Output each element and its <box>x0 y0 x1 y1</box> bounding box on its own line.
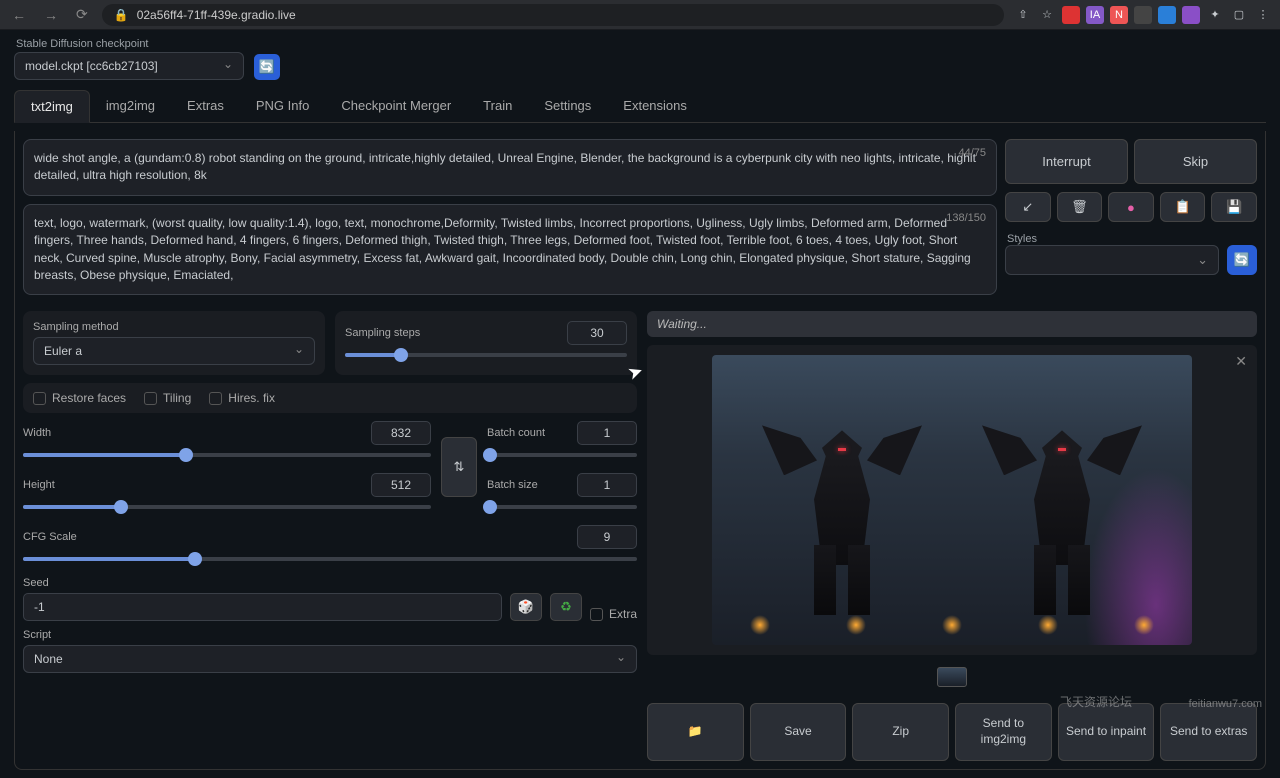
menu-icon[interactable]: ⋮ <box>1254 6 1272 24</box>
bookmark-icon[interactable]: ☆ <box>1038 6 1056 24</box>
negative-prompt-text: text, logo, watermark, (worst quality, l… <box>34 216 971 282</box>
lock-icon: 🔒 <box>114 8 129 22</box>
art-icon-button[interactable]: ● <box>1108 192 1154 222</box>
close-output-button[interactable]: ✕ <box>1235 353 1247 370</box>
checkpoint-select[interactable]: model.ckpt [cc6cb27103] <box>14 52 244 80</box>
width-value[interactable]: 832 <box>371 421 431 445</box>
batch-size-label: Batch size <box>487 479 538 491</box>
thumbnail-row <box>647 663 1257 691</box>
prompt-input[interactable]: 44/75 wide shot angle, a (gundam:0.8) ro… <box>23 139 997 196</box>
tiling-checkbox[interactable]: Tiling <box>144 391 191 405</box>
send-inpaint-button[interactable]: Send to inpaint <box>1058 703 1155 760</box>
ext-icon-1[interactable] <box>1062 6 1080 24</box>
save-button[interactable]: Save <box>750 703 847 760</box>
styles-label: Styles <box>1005 233 1037 245</box>
send-extras-button[interactable]: Send to extras <box>1160 703 1257 760</box>
output-image-container: ✕ <box>647 345 1257 655</box>
send-img2img-button[interactable]: Send to img2img <box>955 703 1052 760</box>
batch-count-slider[interactable] <box>487 445 637 465</box>
script-select[interactable]: None <box>23 645 637 673</box>
height-label: Height <box>23 479 55 491</box>
sampling-steps-value[interactable]: 30 <box>567 321 627 345</box>
panel-icon[interactable]: ▢ <box>1230 6 1248 24</box>
ext-icon-ia[interactable]: IA <box>1086 6 1104 24</box>
reload-button[interactable]: ⟳ <box>72 4 92 25</box>
batch-count-label: Batch count <box>487 427 545 439</box>
restore-faces-checkbox[interactable]: Restore faces <box>33 391 126 405</box>
checkpoint-row: Stable Diffusion checkpoint model.ckpt [… <box>14 38 1266 80</box>
tab-train[interactable]: Train <box>467 90 528 122</box>
save-style-icon-button[interactable]: 💾 <box>1211 192 1257 222</box>
url-bar[interactable]: 🔒 02a56ff4-71ff-439e.gradio.live <box>102 4 1004 26</box>
hires-fix-checkbox[interactable]: Hires. fix <box>209 391 275 405</box>
random-seed-button[interactable]: 🎲 <box>510 593 542 621</box>
url-text: 02a56ff4-71ff-439e.gradio.live <box>137 8 296 22</box>
arrow-icon-button[interactable]: ↙ <box>1005 192 1051 222</box>
watermark-2: feitianwu7.com <box>1189 698 1262 710</box>
swap-dimensions-button[interactable]: ⇅ <box>441 437 477 497</box>
height-value[interactable]: 512 <box>371 473 431 497</box>
cfg-slider[interactable] <box>23 549 637 569</box>
trash-icon-button[interactable]: 🗑 <box>1057 192 1103 222</box>
interrupt-button[interactable]: Interrupt <box>1005 139 1128 184</box>
width-slider[interactable] <box>23 445 431 465</box>
seed-input[interactable]: -1 <box>23 593 502 621</box>
puzzle-icon[interactable]: ✦ <box>1206 6 1224 24</box>
batch-count-value[interactable]: 1 <box>577 421 637 445</box>
skip-button[interactable]: Skip <box>1134 139 1257 184</box>
sampling-method-label: Sampling method <box>33 321 315 333</box>
sampling-steps-slider[interactable] <box>345 345 627 365</box>
forward-button[interactable]: → <box>40 5 62 25</box>
output-status: Waiting... <box>647 311 1257 337</box>
tab-img2img[interactable]: img2img <box>90 90 171 122</box>
prompt-text: wide shot angle, a (gundam:0.8) robot st… <box>34 151 976 182</box>
seed-extra-checkbox[interactable]: Extra <box>590 607 637 621</box>
thumbnail[interactable] <box>937 667 967 687</box>
prompt-token-count: 44/75 <box>958 146 986 162</box>
zip-button[interactable]: Zip <box>852 703 949 760</box>
negative-token-count: 138/150 <box>946 211 986 227</box>
sampling-method-value: Euler a <box>44 344 82 358</box>
tab-settings[interactable]: Settings <box>528 90 607 122</box>
ext-icon-2[interactable] <box>1134 6 1152 24</box>
checkpoint-value: model.ckpt [cc6cb27103] <box>25 59 158 73</box>
share-icon[interactable]: ⇧ <box>1014 6 1032 24</box>
open-folder-button[interactable]: 📁 <box>647 703 744 760</box>
batch-size-slider[interactable] <box>487 497 637 517</box>
browser-extensions: ⇧ ☆ IA N ✦ ▢ ⋮ <box>1014 6 1272 24</box>
sampling-method-select[interactable]: Euler a <box>33 337 315 365</box>
checkpoint-label: Stable Diffusion checkpoint <box>14 38 244 50</box>
sampling-steps-label: Sampling steps <box>345 327 420 339</box>
browser-chrome: ← → ⟳ 🔒 02a56ff4-71ff-439e.gradio.live ⇧… <box>0 0 1280 30</box>
apply-style-button[interactable]: 🔄 <box>1227 245 1257 275</box>
tab-merger[interactable]: Checkpoint Merger <box>325 90 467 122</box>
main-tabs: txt2img img2img Extras PNG Info Checkpoi… <box>14 90 1266 123</box>
cfg-value[interactable]: 9 <box>577 525 637 549</box>
height-slider[interactable] <box>23 497 431 517</box>
clipboard-icon-button[interactable]: 📋 <box>1160 192 1206 222</box>
seed-label: Seed <box>23 577 637 589</box>
negative-prompt-input[interactable]: 138/150 text, logo, watermark, (worst qu… <box>23 204 997 296</box>
back-button[interactable]: ← <box>8 5 30 25</box>
ext-icon-3[interactable] <box>1158 6 1176 24</box>
tab-pnginfo[interactable]: PNG Info <box>240 90 325 122</box>
script-label: Script <box>23 629 637 641</box>
ext-icon-n[interactable]: N <box>1110 6 1128 24</box>
width-label: Width <box>23 427 51 439</box>
batch-size-value[interactable]: 1 <box>577 473 637 497</box>
refresh-checkpoint-button[interactable]: 🔄 <box>254 54 280 80</box>
watermark-1: 飞天资源论坛 <box>1060 693 1132 710</box>
cfg-label: CFG Scale <box>23 531 77 543</box>
ext-icon-4[interactable] <box>1182 6 1200 24</box>
script-value: None <box>34 652 63 666</box>
styles-select[interactable] <box>1005 245 1219 275</box>
tab-txt2img[interactable]: txt2img <box>14 90 90 123</box>
tab-extras[interactable]: Extras <box>171 90 240 122</box>
tab-extensions[interactable]: Extensions <box>607 90 703 122</box>
reuse-seed-button[interactable]: ♻ <box>550 593 582 621</box>
generated-image[interactable] <box>712 355 1192 645</box>
